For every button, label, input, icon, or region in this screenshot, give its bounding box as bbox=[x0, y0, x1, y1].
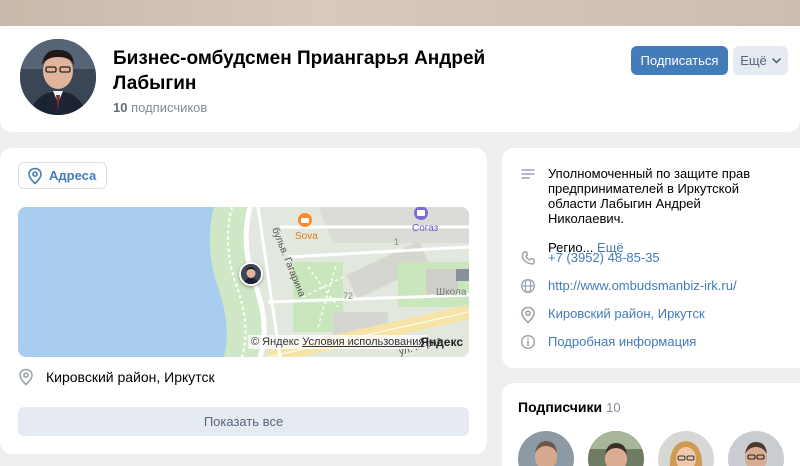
followers-count: 10 bbox=[606, 400, 621, 415]
yandex-logo: Яндекс bbox=[420, 335, 463, 349]
followers-title[interactable]: Подписчики 10 bbox=[518, 399, 621, 415]
map-copyright: © Яндекс Условия использования bbox=[248, 335, 428, 349]
website-link[interactable]: http://www.ombudsmanbiz-irk.ru/ bbox=[548, 278, 737, 294]
follower-avatar[interactable] bbox=[658, 431, 714, 466]
map-label-school: Школа bbox=[436, 287, 467, 298]
description-text: Уполномоченный по защите прав предприним… bbox=[548, 166, 751, 226]
community-avatar[interactable] bbox=[17, 36, 99, 118]
followers-title-text: Подписчики bbox=[518, 399, 603, 415]
more-button[interactable]: Ещё bbox=[733, 46, 788, 75]
phone-icon bbox=[521, 251, 535, 265]
follower-avatar[interactable] bbox=[728, 431, 784, 466]
address-row: Кировский район, Иркутск bbox=[18, 368, 215, 386]
globe-icon bbox=[520, 278, 536, 294]
description-block: Уполномоченный по защите прав предприним… bbox=[548, 166, 778, 255]
follower-avatar[interactable] bbox=[518, 431, 574, 466]
map-label-house-72: 72 bbox=[343, 291, 353, 301]
map-marker[interactable] bbox=[239, 262, 263, 286]
follower-photo-icon bbox=[658, 431, 714, 466]
addresses-card: Адреса Sova Согаз бульв. Гагарина ул. Ка… bbox=[0, 148, 487, 454]
text-lines-icon bbox=[521, 169, 535, 179]
address-map[interactable]: Sova Согаз бульв. Гагарина ул. Карла Шко… bbox=[18, 207, 469, 357]
addresses-chip-label: Адреса bbox=[49, 168, 97, 183]
map-label-sova: Sova bbox=[295, 231, 318, 242]
details-link[interactable]: Подробная информация bbox=[548, 334, 696, 350]
map-label-house-1: 1 bbox=[394, 237, 399, 247]
follower-photo-icon bbox=[518, 431, 574, 466]
address-text: Кировский район, Иркутск bbox=[46, 369, 215, 385]
avatar-photo-icon bbox=[20, 39, 96, 115]
chevron-down-icon bbox=[771, 57, 781, 64]
followers-card: Подписчики 10 bbox=[502, 383, 800, 466]
phone-link[interactable]: +7 (3952) 48-85-35 bbox=[548, 250, 660, 266]
info-circle-icon bbox=[520, 334, 536, 350]
follower-avatar[interactable] bbox=[588, 431, 644, 466]
subscribers-word: подписчиков bbox=[131, 100, 208, 115]
phone-row: +7 (3952) 48-85-35 bbox=[520, 250, 660, 266]
website-row: http://www.ombudsmanbiz-irk.ru/ bbox=[520, 278, 737, 294]
details-row: Подробная информация bbox=[520, 334, 696, 350]
map-terms-link[interactable]: Условия использования bbox=[302, 336, 424, 348]
location-pin-icon bbox=[521, 306, 535, 324]
location-pin-icon bbox=[28, 167, 42, 185]
follower-photo-icon bbox=[588, 431, 644, 466]
more-button-label: Ещё bbox=[740, 53, 767, 68]
show-all-button[interactable]: Показать все bbox=[18, 407, 469, 436]
location-row: Кировский район, Иркутск bbox=[520, 306, 705, 324]
location-pin-icon bbox=[19, 368, 33, 386]
subscribers-count[interactable]: 10 подписчиков bbox=[113, 100, 207, 115]
info-card: Уполномоченный по защите прав предприним… bbox=[502, 148, 800, 368]
subscribers-number: 10 bbox=[113, 100, 128, 115]
cover-image bbox=[0, 0, 800, 26]
marker-avatar-icon bbox=[241, 264, 261, 284]
map-label-sogaz: Согаз bbox=[412, 223, 439, 234]
subscribe-button[interactable]: Подписаться bbox=[631, 46, 728, 75]
addresses-chip[interactable]: Адреса bbox=[18, 162, 108, 189]
description-row: Уполномоченный по защите прав предприним… bbox=[520, 166, 778, 255]
page-title: Бизнес-омбудсмен Приангарья Андрей Лабыг… bbox=[113, 48, 486, 94]
location-link[interactable]: Кировский район, Иркутск bbox=[548, 306, 705, 324]
community-header: Бизнес-омбудсмен Приангарья Андрей Лабыг… bbox=[0, 26, 800, 132]
follower-photo-icon bbox=[728, 431, 784, 466]
map-copyright-text: © Яндекс bbox=[251, 336, 300, 348]
